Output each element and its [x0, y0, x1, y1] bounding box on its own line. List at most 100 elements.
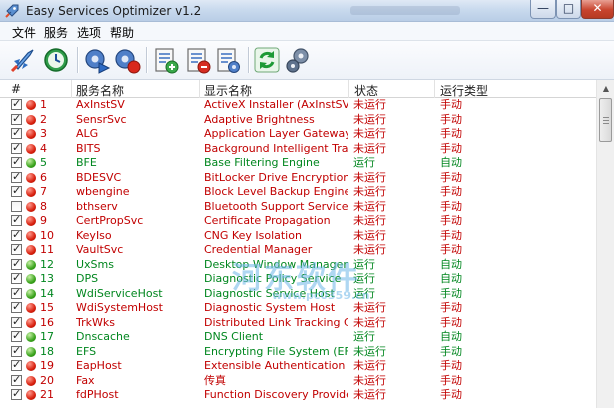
stopped-status-icon [26, 245, 36, 255]
header-num[interactable]: # [11, 82, 21, 96]
row-checkbox[interactable] [11, 184, 22, 197]
display-name: Diagnostic Service Host [204, 286, 335, 300]
minimize-button[interactable]: — [530, 0, 556, 19]
row-checkbox[interactable] [11, 344, 22, 357]
stopped-status-icon [26, 216, 36, 226]
header-divider[interactable] [434, 80, 435, 98]
table-row[interactable]: 5 BFE Base Filtering Engine 运行 自动 [0, 155, 596, 171]
header-divider[interactable] [71, 80, 72, 98]
row-checkbox[interactable] [11, 155, 22, 168]
service-name: CertPropSvc [76, 214, 144, 227]
start-type: 手动 [440, 185, 462, 198]
header-display-name[interactable]: 显示名称 [204, 82, 252, 99]
clock-restore-icon[interactable] [41, 45, 71, 75]
display-name: Function Discovery Provider Host [204, 388, 348, 401]
row-number: 15 [40, 301, 54, 314]
start-type: 自动 [440, 156, 462, 169]
table-row[interactable]: 8 bthserv Bluetooth Support Service 未运行 手动 [0, 200, 596, 215]
table-row[interactable]: 14 WdiServiceHost Diagnostic Service Host 运… [0, 286, 596, 302]
header-divider[interactable] [348, 80, 349, 98]
row-checkbox[interactable] [11, 98, 22, 110]
stopped-status-icon [26, 317, 36, 328]
start-type: 手动 [440, 112, 462, 126]
service-status: 运行 [353, 286, 375, 300]
table-row[interactable]: 4 BITS Background Intelligent Transfer... 未… [0, 141, 596, 157]
refresh-icon[interactable] [252, 45, 282, 75]
service-name: EapHost [76, 359, 122, 372]
row-checkbox[interactable] [11, 200, 22, 212]
running-status-icon [26, 288, 36, 299]
table-row[interactable]: 6 BDESVC BitLocker Drive Encryption Servic… [0, 170, 596, 186]
table-row[interactable]: 2 SensrSvc Adaptive Brightness 未运行 手动 [0, 112, 596, 128]
row-number: 12 [40, 257, 54, 271]
running-status-icon [26, 259, 36, 270]
display-name: Adaptive Brightness [204, 112, 315, 126]
display-name: Background Intelligent Transfer... [204, 141, 348, 155]
gear-stop-icon[interactable] [112, 45, 142, 75]
table-row[interactable]: 16 TrkWks Distributed Link Tracking Client… [0, 315, 596, 331]
scroll-thumb[interactable] [599, 98, 612, 142]
maximize-button[interactable]: □ [556, 0, 581, 19]
row-checkbox[interactable] [11, 141, 22, 154]
menu-options[interactable]: 选项 [77, 24, 101, 41]
row-checkbox[interactable] [11, 271, 22, 284]
table-row[interactable]: 17 Dnscache DNS Client 运行 自动 [0, 329, 596, 345]
row-number: 16 [40, 315, 54, 329]
row-checkbox[interactable] [11, 286, 22, 299]
service-name: VaultSvc [76, 243, 124, 256]
table-row[interactable]: 1 AxInstSV ActiveX Installer (AxInstSV) 未运行… [0, 98, 596, 113]
vertical-scrollbar[interactable]: ▲ [596, 80, 614, 408]
title-bar[interactable]: Easy Services Optimizer v1.2 — □ ✕ [0, 0, 614, 22]
row-number: 3 [40, 127, 47, 140]
row-checkbox[interactable] [11, 358, 22, 371]
list-edit-icon[interactable] [213, 45, 243, 75]
table-row[interactable]: 7 wbengine Block Level Backup Engine Servi… [0, 184, 596, 200]
row-checkbox[interactable] [11, 373, 22, 386]
toolbar [0, 41, 614, 80]
row-checkbox[interactable] [11, 329, 22, 342]
running-status-icon [26, 346, 36, 357]
close-button[interactable]: ✕ [581, 0, 614, 19]
row-checkbox[interactable] [11, 300, 22, 313]
header-start-type[interactable]: 运行类型 [440, 82, 488, 99]
table-row[interactable]: 15 WdiSystemHost Diagnostic System Host 未运行… [0, 300, 596, 316]
row-checkbox[interactable] [11, 112, 22, 125]
row-checkbox[interactable] [11, 170, 22, 183]
row-checkbox[interactable] [11, 257, 22, 270]
display-name: 传真 [204, 373, 226, 387]
toolbar-separator [77, 47, 78, 73]
menu-services[interactable]: 服务 [44, 24, 68, 41]
row-number: 6 [40, 170, 47, 184]
service-status: 未运行 [353, 359, 386, 372]
table-row[interactable]: 9 CertPropSvc Certificate Propagation 未运行 手动 [0, 213, 596, 229]
table-row[interactable]: 10 KeyIso CNG Key Isolation 未运行 手动 [0, 228, 596, 244]
menu-file[interactable]: 文件 [12, 24, 36, 41]
row-checkbox[interactable] [11, 387, 22, 400]
optimize-rocket-icon[interactable] [8, 45, 38, 75]
list-remove-icon[interactable] [183, 45, 213, 75]
header-service-name[interactable]: 服务名称 [76, 82, 124, 99]
row-checkbox[interactable] [11, 126, 22, 139]
table-row[interactable]: 12 UxSms Desktop Window Manager Sess... 运行 自… [0, 257, 596, 273]
header-divider[interactable] [199, 80, 200, 98]
table-row[interactable]: 3 ALG Application Layer Gateway Ser... 未运行 手… [0, 126, 596, 142]
settings-gears-icon[interactable] [283, 45, 313, 75]
table-row[interactable]: 20 Fax 传真 未运行 手动 [0, 373, 596, 389]
service-name: SensrSvc [76, 112, 127, 126]
display-name: Base Filtering Engine [204, 156, 320, 169]
table-row[interactable]: 21 fdPHost Function Discovery Provider Hos… [0, 387, 596, 403]
menu-help[interactable]: 帮助 [110, 24, 134, 41]
scroll-up-arrow-icon[interactable]: ▲ [598, 80, 614, 97]
table-row[interactable]: 13 DPS Diagnostic Policy Service 运行 自动 [0, 271, 596, 287]
table-row[interactable]: 11 VaultSvc Credential Manager 未运行 手动 [0, 242, 596, 258]
gear-forward-icon[interactable] [82, 45, 112, 75]
header-status[interactable]: 状态 [354, 82, 378, 99]
list-add-icon[interactable] [151, 45, 181, 75]
table-row[interactable]: 18 EFS Encrypting File System (EFS) 未运行 手动 [0, 344, 596, 360]
row-checkbox[interactable] [11, 315, 22, 328]
row-checkbox[interactable] [11, 228, 22, 241]
row-checkbox[interactable] [11, 213, 22, 226]
row-checkbox[interactable] [11, 242, 22, 255]
services-list[interactable]: # 服务名称 显示名称 状态 运行类型 1 AxInstSV ActiveX Ins… [0, 80, 614, 408]
table-row[interactable]: 19 EapHost Extensible Authentication Proto… [0, 358, 596, 374]
